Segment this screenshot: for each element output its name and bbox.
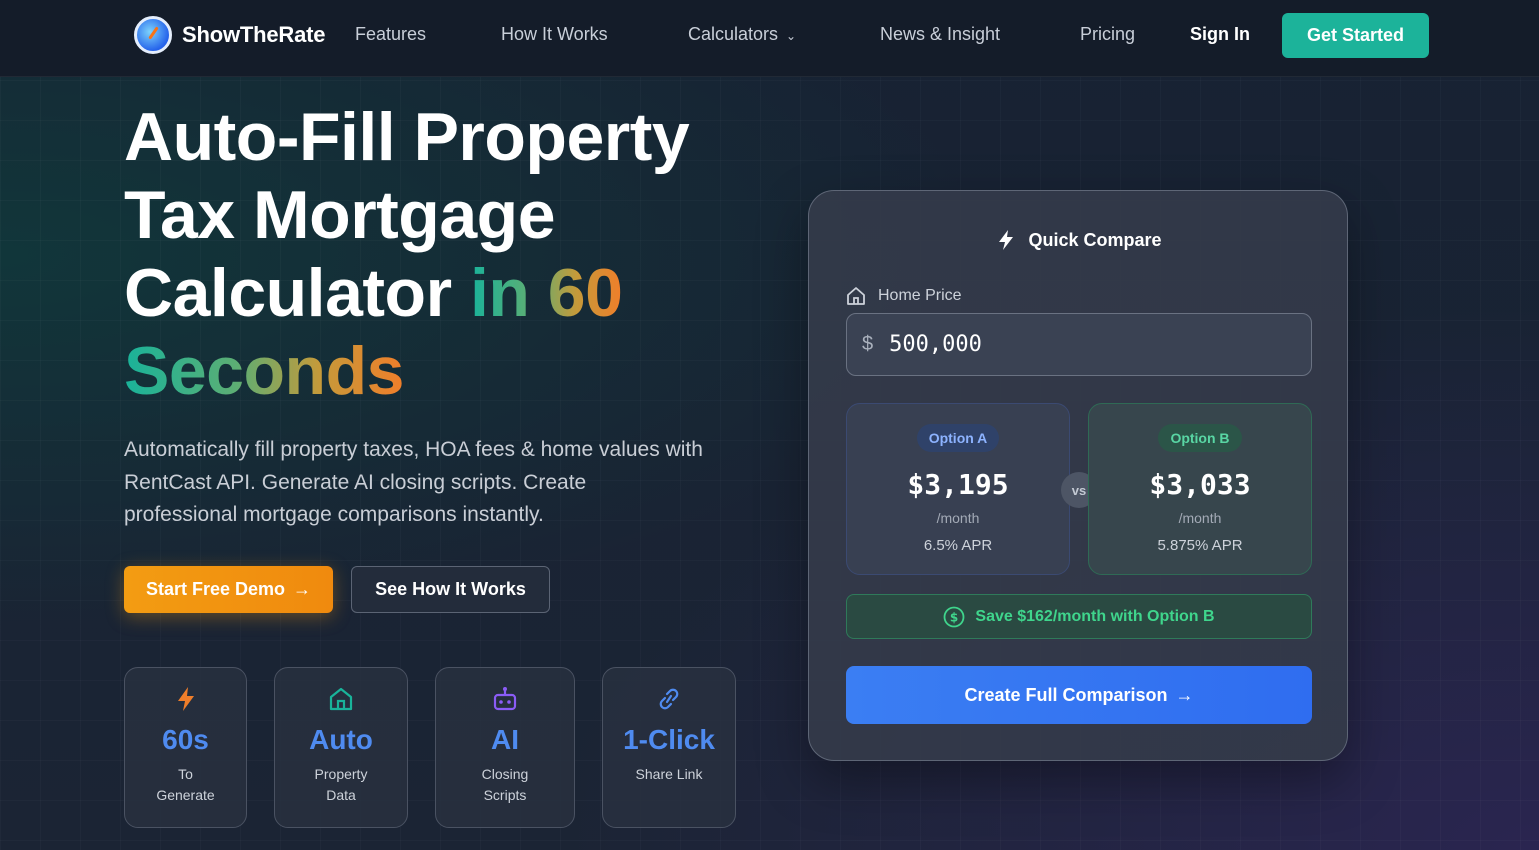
start-free-demo-button[interactable]: Start Free Demo →: [124, 566, 333, 613]
hero-subtitle: Automatically fill property taxes, HOA f…: [124, 438, 703, 526]
home-icon: [847, 287, 865, 305]
arrow-right-icon: →: [293, 579, 312, 599]
nav-link-calculators[interactable]: Calculators ⌄: [688, 24, 796, 45]
dollar-circle-icon: $: [944, 606, 965, 627]
start-free-demo-label: Start Free Demo: [145, 579, 286, 599]
stat-card-generate: 60s To Generate: [124, 667, 247, 828]
nav-link-how-it-works[interactable]: How It Works: [501, 24, 608, 45]
link-icon: [603, 686, 735, 712]
top-navigation: ShowTheRate Features How It Works Calcul…: [0, 0, 1539, 77]
stat-card-share-link: 1-Click Share Link: [602, 667, 736, 828]
savings-banner: $ Save $162/month with Option B: [846, 594, 1312, 639]
lightning-icon: [999, 230, 1014, 250]
robot-icon: [436, 686, 574, 712]
stat-value: 1-Click: [623, 724, 715, 755]
stat-card-property-data: Auto Property Data: [274, 667, 408, 828]
stat-label: Closing Scripts: [481, 766, 529, 803]
option-b-apr: 5.875% APR: [1157, 537, 1243, 554]
stat-value: 60s: [162, 724, 209, 755]
create-full-comparison-button[interactable]: Create Full Comparison →: [846, 666, 1312, 724]
option-a-badge: Option A: [916, 424, 1000, 452]
nav-link-calculators-label: Calculators: [688, 24, 779, 44]
gauge-logo-icon: [134, 16, 172, 54]
home-price-input[interactable]: [889, 332, 1270, 357]
nav-link-features[interactable]: Features: [355, 24, 426, 45]
stat-value: Auto: [309, 724, 373, 755]
stat-value: AI: [491, 724, 519, 755]
lightning-icon: [125, 686, 246, 712]
quick-compare-card: Quick Compare Home Price $ Option A $3,1…: [808, 190, 1348, 761]
svg-text:$: $: [950, 610, 958, 624]
stat-label: Share Link: [635, 766, 703, 782]
hero-title: Auto-Fill Property Tax Mortgage Calculat…: [124, 98, 764, 410]
home-icon: [275, 686, 407, 712]
brand-name: ShowTheRate: [182, 22, 326, 47]
quick-compare-title-text: Quick Compare: [1028, 229, 1162, 250]
get-started-button[interactable]: Get Started: [1282, 13, 1429, 58]
stat-label: To Generate: [156, 766, 215, 803]
nav-link-pricing[interactable]: Pricing: [1080, 24, 1135, 45]
nav-link-news-insight[interactable]: News & Insight: [880, 24, 1000, 45]
hero-title-accent-a: in 60: [469, 255, 623, 331]
stat-label: Property Data: [314, 766, 368, 803]
hero-title-line-1: Auto-Fill Property: [124, 99, 690, 175]
option-b-card: Option B $3,033 /month 5.875% APR: [1088, 403, 1312, 575]
savings-text: Save $162/month with Option B: [975, 607, 1215, 625]
hero-title-line-3: Calculator: [124, 255, 452, 331]
home-price-label-text: Home Price: [878, 287, 962, 304]
see-how-it-works-button[interactable]: See How It Works: [351, 566, 550, 613]
option-b-amount: $3,033: [1149, 468, 1251, 501]
quick-compare-title: Quick Compare: [809, 229, 1349, 251]
home-price-field[interactable]: $: [846, 313, 1312, 376]
chevron-down-icon: ⌄: [786, 29, 797, 43]
arrow-right-icon: →: [1175, 684, 1194, 705]
hero-title-line-2: Tax Mortgage: [124, 177, 556, 253]
option-a-apr: 6.5% APR: [923, 537, 993, 554]
option-a-card: Option A $3,195 /month 6.5% APR: [846, 403, 1070, 575]
home-price-label: Home Price: [846, 286, 962, 306]
option-b-period: /month: [1178, 510, 1222, 526]
option-a-amount: $3,195: [907, 468, 1009, 501]
hero-title-accent-b: Seconds: [124, 333, 404, 409]
option-b-badge: Option B: [1158, 424, 1242, 452]
create-full-comparison-label: Create Full Comparison: [964, 684, 1168, 705]
dollar-prefix: $: [862, 333, 874, 355]
sign-in-link[interactable]: Sign In: [1190, 24, 1250, 45]
stat-card-closing-scripts: AI Closing Scripts: [435, 667, 575, 828]
option-a-period: /month: [936, 510, 980, 526]
brand-logo[interactable]: ShowTheRate: [134, 16, 325, 54]
